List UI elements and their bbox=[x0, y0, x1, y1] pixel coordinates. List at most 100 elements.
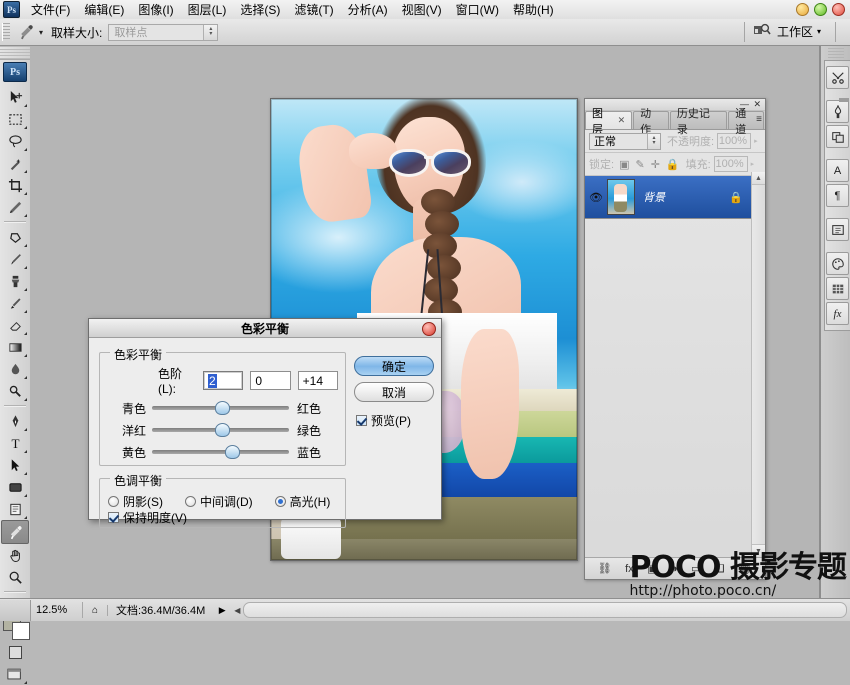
pen-tool[interactable] bbox=[2, 410, 28, 432]
sample-size-select[interactable]: 取样点 ▴▾ bbox=[108, 24, 218, 41]
history-brush-tool[interactable] bbox=[2, 292, 28, 314]
status-proxy-icon[interactable]: ⌂ bbox=[83, 605, 108, 616]
menu-help[interactable]: 帮助(H) bbox=[506, 0, 561, 20]
magic-wand-tool[interactable] bbox=[2, 152, 28, 174]
paint-lock-icon[interactable]: ✎ bbox=[635, 158, 644, 171]
preview-row[interactable]: 预览(P) bbox=[356, 412, 411, 429]
type-tool[interactable]: T bbox=[2, 432, 28, 454]
radio-midtones[interactable] bbox=[185, 496, 196, 507]
dialog-close-icon[interactable] bbox=[422, 322, 436, 336]
slider-magenta-green-handle[interactable] bbox=[215, 423, 230, 437]
menu-view[interactable]: 视图(V) bbox=[395, 0, 449, 20]
move-lock-icon[interactable]: ✛ bbox=[651, 158, 660, 171]
dock-scroll-indicator[interactable] bbox=[839, 98, 849, 102]
preview-checkbox[interactable] bbox=[356, 415, 367, 426]
paragraph-icon[interactable]: ¶ bbox=[826, 184, 849, 207]
opacity-chevron-icon[interactable]: ▸ bbox=[754, 137, 758, 145]
all-lock-icon[interactable]: 🔒 bbox=[666, 158, 680, 171]
layer-thumbnail[interactable] bbox=[607, 179, 635, 215]
menu-file[interactable]: 文件(F) bbox=[24, 0, 77, 20]
slider-magenta-green-track[interactable] bbox=[152, 428, 289, 432]
dodge-tool[interactable] bbox=[2, 380, 28, 402]
level-green-magenta-input[interactable]: 0 bbox=[250, 371, 290, 390]
radio-shadows[interactable] bbox=[108, 496, 119, 507]
gradient-tool[interactable] bbox=[2, 336, 28, 358]
screen-mode-icon[interactable] bbox=[753, 22, 771, 41]
menu-edit[interactable]: 编辑(E) bbox=[77, 0, 131, 20]
brush-tool[interactable] bbox=[2, 248, 28, 270]
brushes-icon[interactable] bbox=[826, 100, 849, 123]
eraser-tool[interactable] bbox=[2, 314, 28, 336]
hand-tool[interactable] bbox=[2, 544, 28, 566]
swatches-icon[interactable] bbox=[826, 277, 849, 300]
character-icon[interactable]: A bbox=[826, 159, 849, 182]
layer-comps-icon[interactable] bbox=[826, 218, 849, 241]
menu-window[interactable]: 窗口(W) bbox=[449, 0, 506, 20]
layer-row-background[interactable]: 👁 背景 🔒 bbox=[585, 176, 765, 219]
layer-visibility-icon[interactable]: 👁 bbox=[585, 191, 607, 204]
styles-icon[interactable]: fx bbox=[826, 302, 849, 325]
workspace-button[interactable]: 工作区 ▾ bbox=[771, 21, 827, 42]
tab-actions[interactable]: 动作 bbox=[633, 111, 669, 129]
level-blue-yellow-input[interactable]: +14 bbox=[298, 371, 338, 390]
slider-yellow-blue-track[interactable] bbox=[152, 450, 289, 454]
eyedropper-tool[interactable] bbox=[1, 520, 29, 544]
patch-tool[interactable] bbox=[2, 226, 28, 248]
standard-mode-icon[interactable] bbox=[9, 646, 22, 659]
dock-grip[interactable] bbox=[828, 48, 844, 58]
preserve-luminosity-checkbox[interactable] bbox=[108, 512, 119, 523]
ok-button[interactable]: 确定 bbox=[354, 356, 434, 376]
minimize-button[interactable] bbox=[796, 3, 809, 16]
crop-tool[interactable] bbox=[2, 174, 28, 196]
path-selection-tool[interactable] bbox=[2, 454, 28, 476]
zoom-level-input[interactable]: 12.5% bbox=[31, 602, 83, 618]
hscroll-left-icon[interactable]: ◀ bbox=[231, 606, 243, 615]
menu-image[interactable]: 图像(I) bbox=[131, 0, 180, 20]
menu-layer[interactable]: 图层(L) bbox=[181, 0, 234, 20]
color-balance-dialog[interactable]: 色彩平衡 色彩平衡 色阶(L): 2 0 +14 bbox=[88, 318, 442, 520]
radio-highlights[interactable] bbox=[275, 496, 286, 507]
fill-input[interactable]: 100% bbox=[714, 156, 748, 172]
blend-mode-spinner-icon[interactable]: ▴▾ bbox=[647, 134, 660, 149]
transparency-lock-icon[interactable]: ▣ bbox=[619, 158, 629, 171]
link-layers-icon[interactable]: ⛓ bbox=[598, 562, 612, 575]
options-bar-grip[interactable] bbox=[2, 23, 10, 41]
tab-layers[interactable]: 图层 ✕ bbox=[585, 111, 632, 129]
tool-preset-chevron-icon[interactable]: ▾ bbox=[39, 28, 43, 37]
menu-filter[interactable]: 滤镜(T) bbox=[287, 0, 340, 20]
tool-presets-icon[interactable] bbox=[826, 66, 849, 89]
background-color-swatch[interactable] bbox=[12, 622, 30, 640]
maximize-button[interactable] bbox=[814, 3, 827, 16]
slider-yellow-blue-handle[interactable] bbox=[225, 445, 240, 459]
menu-select[interactable]: 选择(S) bbox=[233, 0, 287, 20]
level-red-cyan-input[interactable]: 2 bbox=[203, 371, 243, 390]
scroll-up-icon[interactable]: ▲ bbox=[752, 172, 765, 185]
screen-mode-tool[interactable] bbox=[2, 663, 28, 685]
clone-source-icon[interactable] bbox=[826, 125, 849, 148]
cancel-button[interactable]: 取消 bbox=[354, 382, 434, 402]
lasso-tool[interactable] bbox=[2, 130, 28, 152]
horizontal-scrollbar[interactable] bbox=[243, 602, 847, 618]
blend-mode-select[interactable]: 正常 ▴▾ bbox=[589, 133, 661, 150]
toolbox-grip[interactable] bbox=[0, 46, 30, 60]
shape-tool[interactable] bbox=[2, 476, 28, 498]
notes-tool[interactable] bbox=[2, 498, 28, 520]
status-menu-icon[interactable]: ▶ bbox=[213, 605, 231, 616]
slice-tool[interactable] bbox=[2, 196, 28, 218]
clone-stamp-tool[interactable] bbox=[2, 270, 28, 292]
close-button[interactable] bbox=[832, 3, 845, 16]
move-tool[interactable] bbox=[2, 86, 28, 108]
layers-scrollbar[interactable]: ▲ ▼ bbox=[751, 172, 765, 557]
quick-mask-toggle[interactable] bbox=[2, 644, 28, 660]
panel-menu-icon[interactable]: ≡ bbox=[756, 114, 762, 125]
blur-tool[interactable] bbox=[2, 358, 28, 380]
fill-chevron-icon[interactable]: ▸ bbox=[751, 160, 755, 168]
preserve-luminosity-row[interactable]: 保持明度(V) bbox=[108, 509, 187, 526]
color-icon[interactable] bbox=[826, 252, 849, 275]
slider-cyan-red-handle[interactable] bbox=[215, 401, 230, 415]
tab-close-icon[interactable]: ✕ bbox=[618, 115, 626, 126]
slider-cyan-red-track[interactable] bbox=[152, 406, 289, 410]
menu-analysis[interactable]: 分析(A) bbox=[341, 0, 395, 20]
sample-size-spinner-icon[interactable]: ▴▾ bbox=[203, 25, 217, 40]
tab-history[interactable]: 历史记录 bbox=[670, 111, 727, 129]
